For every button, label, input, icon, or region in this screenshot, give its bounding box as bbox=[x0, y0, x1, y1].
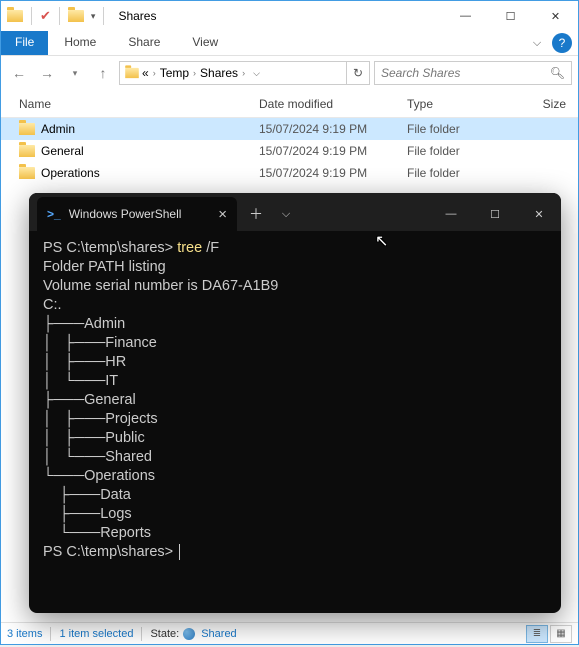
address-bar[interactable]: « › Temp › Shares › ⌵ ↻ bbox=[119, 61, 370, 85]
column-name[interactable]: Name bbox=[1, 97, 259, 111]
chevron-right-icon[interactable]: › bbox=[153, 68, 156, 78]
separator bbox=[103, 7, 104, 25]
item-date: 15/07/2024 9:19 PM bbox=[259, 166, 407, 180]
tree-output: ├───Admin │ ├───Finance │ ├───HR │ └───I… bbox=[43, 316, 158, 541]
separator bbox=[50, 627, 51, 641]
column-type[interactable]: Type bbox=[407, 97, 523, 111]
tab-view[interactable]: View bbox=[176, 31, 234, 55]
tab-title: Windows PowerShell bbox=[69, 207, 211, 221]
status-state-value: Shared bbox=[201, 628, 236, 640]
terminal-window-buttons: — ☐ ✕ bbox=[429, 197, 561, 231]
output-line: C:. bbox=[43, 297, 62, 313]
folder-icon bbox=[125, 68, 139, 78]
back-button[interactable]: ← bbox=[7, 61, 31, 85]
cursor-icon bbox=[179, 544, 180, 560]
search-input[interactable]: Search Shares 🔍︎ bbox=[374, 61, 572, 85]
terminal-tab[interactable]: >_ Windows PowerShell × bbox=[37, 197, 237, 231]
qat-dropdown-icon[interactable]: ▾ bbox=[91, 11, 96, 22]
status-count: 3 items bbox=[7, 628, 42, 640]
item-name: Operations bbox=[41, 166, 100, 180]
prompt: PS C:\temp\shares> bbox=[43, 544, 177, 560]
up-button[interactable]: ↑ bbox=[91, 61, 115, 85]
folder-icon bbox=[19, 145, 35, 157]
terminal-window: >_ Windows PowerShell × ＋ ⌵ — ☐ ✕ PS C:\… bbox=[29, 193, 561, 613]
recent-dropdown-icon[interactable]: ▾ bbox=[63, 61, 87, 85]
window-title: Shares bbox=[118, 9, 156, 23]
chevron-right-icon[interactable]: › bbox=[242, 68, 245, 78]
help-icon[interactable]: ? bbox=[552, 33, 572, 53]
column-headers: Name Date modified Type Size bbox=[1, 90, 578, 118]
folder-icon bbox=[19, 123, 35, 135]
maximize-button[interactable]: ☐ bbox=[473, 197, 517, 231]
address-dropdown-icon[interactable]: ⌵ bbox=[249, 68, 264, 79]
search-placeholder: Search Shares bbox=[381, 66, 460, 80]
separator bbox=[31, 7, 32, 25]
check-icon[interactable]: ✔ bbox=[40, 8, 51, 24]
titlebar[interactable]: ✔ ▾ Shares — ☐ ✕ bbox=[1, 1, 578, 31]
status-selected: 1 item selected bbox=[59, 628, 133, 640]
close-button[interactable]: ✕ bbox=[517, 197, 561, 231]
item-type: File folder bbox=[407, 144, 523, 158]
separator bbox=[141, 627, 142, 641]
ribbon-toggle-icon[interactable]: ⌵ bbox=[526, 31, 548, 55]
tab-dropdown-icon[interactable]: ⌵ bbox=[271, 208, 301, 221]
item-type: File folder bbox=[407, 122, 523, 136]
tab-close-icon[interactable]: × bbox=[218, 206, 227, 223]
folder-icon bbox=[7, 10, 23, 22]
list-item[interactable]: General 15/07/2024 9:19 PM File folder bbox=[1, 140, 578, 162]
tab-actions: ＋ ⌵ bbox=[241, 197, 301, 231]
tab-home[interactable]: Home bbox=[48, 31, 112, 55]
minimize-button[interactable]: — bbox=[443, 2, 488, 31]
item-date: 15/07/2024 9:19 PM bbox=[259, 122, 407, 136]
new-tab-button[interactable]: ＋ bbox=[241, 204, 271, 224]
item-name: Admin bbox=[41, 122, 75, 136]
thumbnails-view-icon[interactable]: ▦ bbox=[550, 625, 572, 643]
folder-icon[interactable] bbox=[68, 10, 84, 22]
breadcrumb-root[interactable]: « bbox=[142, 66, 149, 80]
tab-file[interactable]: File bbox=[1, 31, 48, 55]
search-icon[interactable]: 🔍︎ bbox=[550, 66, 565, 80]
file-list[interactable]: Admin 15/07/2024 9:19 PM File folder Gen… bbox=[1, 118, 578, 184]
terminal-titlebar[interactable]: >_ Windows PowerShell × ＋ ⌵ — ☐ ✕ bbox=[29, 193, 561, 231]
breadcrumb-seg[interactable]: Temp bbox=[160, 66, 189, 80]
terminal-output[interactable]: PS C:\temp\shares> tree /F Folder PATH l… bbox=[29, 231, 561, 570]
list-item[interactable]: Admin 15/07/2024 9:19 PM File folder bbox=[1, 118, 578, 140]
details-view-icon[interactable]: ≣ bbox=[526, 625, 548, 643]
output-line: Folder PATH listing bbox=[43, 259, 166, 275]
refresh-icon[interactable]: ↻ bbox=[346, 62, 369, 84]
column-size[interactable]: Size bbox=[523, 97, 578, 111]
status-state-label: State: bbox=[150, 628, 179, 640]
shared-icon bbox=[183, 628, 195, 640]
command: tree bbox=[177, 240, 202, 256]
nav-bar: ← → ▾ ↑ « › Temp › Shares › ⌵ ↻ Search S… bbox=[1, 56, 578, 90]
tab-share[interactable]: Share bbox=[112, 31, 176, 55]
powershell-icon: >_ bbox=[47, 207, 61, 221]
item-type: File folder bbox=[407, 166, 523, 180]
item-name: General bbox=[41, 144, 84, 158]
folder-icon bbox=[19, 167, 35, 179]
column-date[interactable]: Date modified bbox=[259, 97, 407, 111]
breadcrumb-seg[interactable]: Shares bbox=[200, 66, 238, 80]
ribbon-tabs: File Home Share View ⌵ ? bbox=[1, 31, 578, 56]
item-date: 15/07/2024 9:19 PM bbox=[259, 144, 407, 158]
window-buttons: — ☐ ✕ bbox=[443, 2, 578, 31]
output-line: Volume serial number is DA67-A1B9 bbox=[43, 278, 278, 294]
status-bar: 3 items 1 item selected State: Shared ≣ … bbox=[1, 622, 578, 644]
chevron-right-icon[interactable]: › bbox=[193, 68, 196, 78]
prompt: PS C:\temp\shares> bbox=[43, 240, 177, 256]
view-switcher: ≣ ▦ bbox=[526, 625, 572, 643]
close-button[interactable]: ✕ bbox=[533, 2, 578, 31]
minimize-button[interactable]: — bbox=[429, 197, 473, 231]
maximize-button[interactable]: ☐ bbox=[488, 2, 533, 31]
separator bbox=[59, 7, 60, 25]
command-args: /F bbox=[202, 240, 219, 256]
quick-access-toolbar: ✔ ▾ bbox=[7, 7, 108, 25]
forward-button[interactable]: → bbox=[35, 61, 59, 85]
list-item[interactable]: Operations 15/07/2024 9:19 PM File folde… bbox=[1, 162, 578, 184]
